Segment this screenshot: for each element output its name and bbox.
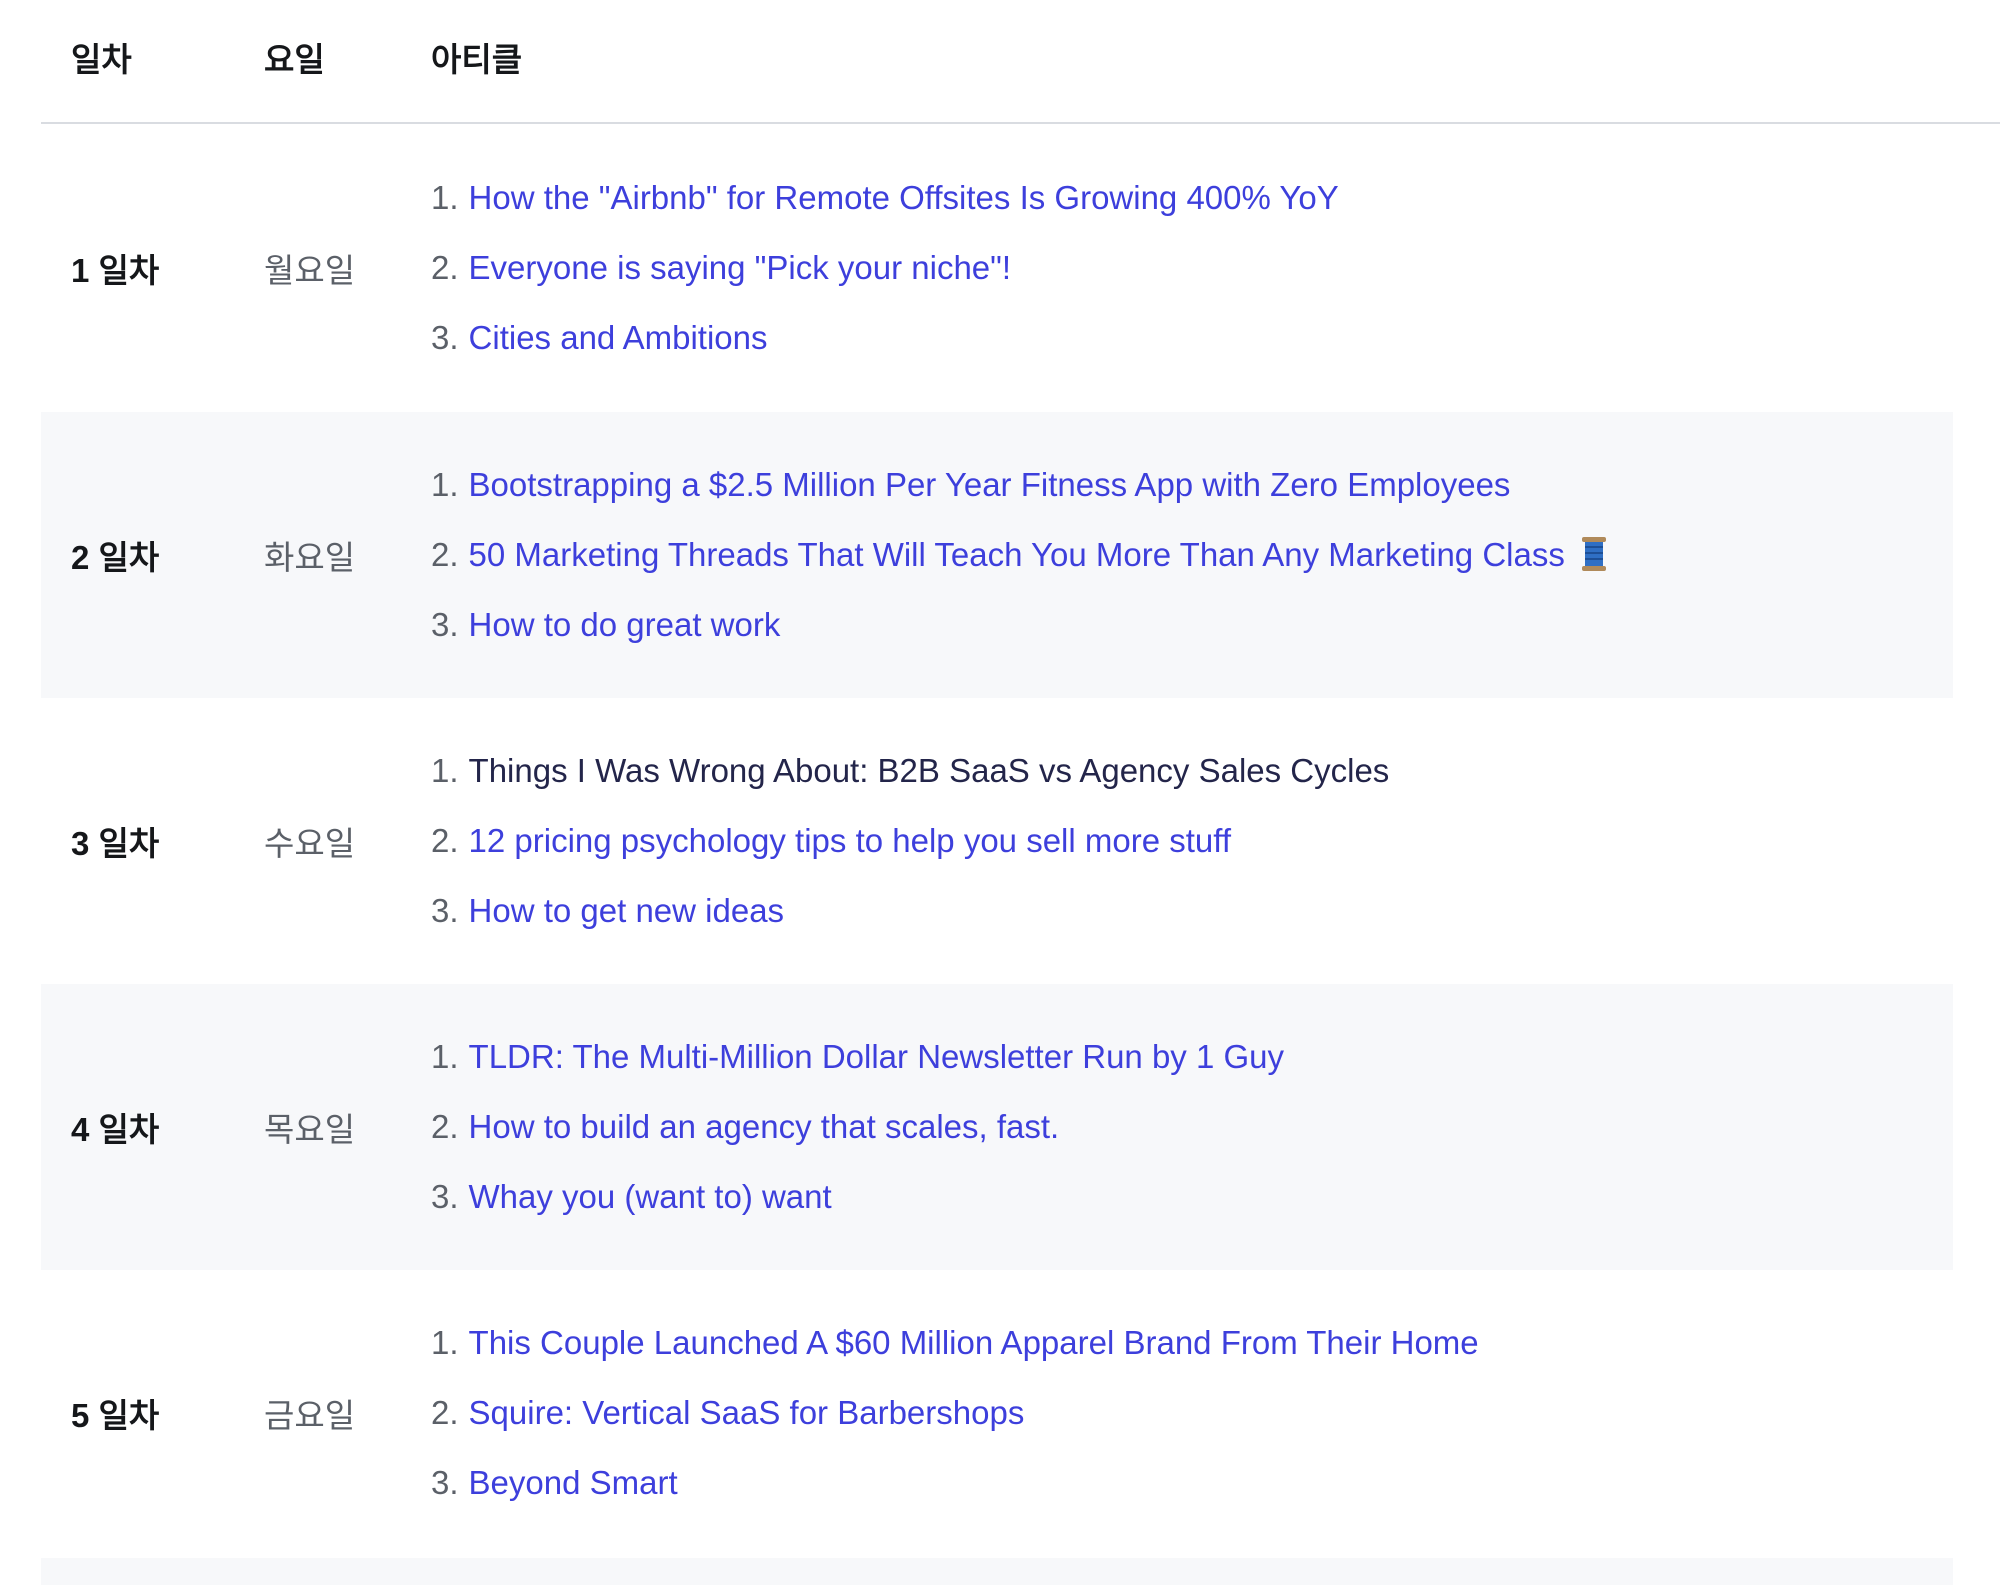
- article-link[interactable]: 50 Marketing Threads That Will Teach You…: [469, 536, 1565, 573]
- article-link[interactable]: Cities and Ambitions: [469, 319, 768, 356]
- article-link[interactable]: 12 pricing psychology tips to help you s…: [469, 822, 1231, 859]
- header-articles: 아티클: [431, 41, 523, 78]
- table-body: 1 일차 월요일 1. How the "Airbnb" for Remote O…: [41, 124, 1953, 1556]
- reading-schedule-table: 일차 요일 아티클 1 일차 월요일 1. How the "Airbnb" fo…: [41, 0, 2000, 1556]
- article-link[interactable]: How to get new ideas: [469, 892, 785, 929]
- header-day: 일차: [71, 41, 132, 78]
- article-number: 2.: [431, 536, 459, 573]
- article-item: 2. 50 Marketing Threads That Will Teach Y…: [431, 520, 1607, 590]
- article-number: 1.: [431, 1038, 459, 1075]
- article-item: 1. How the "Airbnb" for Remote Offsites I…: [431, 163, 1339, 233]
- day-cell: 4 일차: [71, 1111, 160, 1148]
- article-item: 1. This Couple Launched A $60 Million App…: [431, 1308, 1479, 1378]
- article-item: 1. Bootstrapping a $2.5 Million Per Year …: [431, 450, 1607, 520]
- article-number: 2.: [431, 249, 459, 286]
- day-cell: 5 일차: [71, 1397, 160, 1434]
- thread-spool-icon: [1581, 526, 1607, 571]
- article-link[interactable]: How the "Airbnb" for Remote Offsites Is …: [469, 179, 1339, 216]
- article-item: 3. Whay you (want to) want: [431, 1162, 1284, 1232]
- table-row: 3 일차 수요일 1. Things I Was Wrong About: B2B…: [41, 698, 1953, 984]
- day-cell: 1 일차: [71, 252, 160, 289]
- article-link[interactable]: Everyone is saying "Pick your niche"!: [469, 249, 1012, 286]
- article-item: 2. Everyone is saying "Pick your niche"!: [431, 233, 1339, 303]
- table-row: 2 일차 화요일 1. Bootstrapping a $2.5 Million …: [41, 412, 1953, 698]
- day-cell: 3 일차: [71, 825, 160, 862]
- article-number: 1.: [431, 752, 459, 789]
- article-item: 1. TLDR: The Multi-Million Dollar Newslet…: [431, 1022, 1284, 1092]
- table-row-partial: [41, 1558, 1953, 1585]
- article-number: 2.: [431, 822, 459, 859]
- article-number: 3.: [431, 892, 459, 929]
- article-title: Things I Was Wrong About: B2B SaaS vs Ag…: [468, 752, 1390, 789]
- weekday-cell: 금요일: [264, 1397, 356, 1434]
- article-number: 3.: [431, 1464, 459, 1501]
- article-link[interactable]: Beyond Smart: [469, 1464, 678, 1501]
- page: 일차 요일 아티클 1 일차 월요일 1. How the "Airbnb" fo…: [0, 0, 2000, 1585]
- article-link[interactable]: This Couple Launched A $60 Million Appar…: [469, 1324, 1479, 1361]
- article-number: 2.: [431, 1394, 459, 1431]
- article-list: 1. How the "Airbnb" for Remote Offsites I…: [431, 163, 1339, 373]
- article-number: 1.: [431, 466, 459, 503]
- weekday-cell: 월요일: [264, 252, 356, 289]
- day-cell: 2 일차: [71, 539, 160, 576]
- article-number: 1.: [431, 1324, 459, 1361]
- article-item: 3. Cities and Ambitions: [431, 303, 1339, 373]
- weekday-cell: 목요일: [264, 1111, 356, 1148]
- article-item: 2. 12 pricing psychology tips to help you…: [431, 806, 1389, 876]
- weekday-cell: 화요일: [264, 539, 356, 576]
- article-number: 3.: [431, 319, 459, 356]
- article-number: 3.: [431, 606, 459, 643]
- article-number: 2.: [431, 1108, 459, 1145]
- article-item: 2. How to build an agency that scales, fa…: [431, 1092, 1284, 1162]
- table-header: 일차 요일 아티클: [41, 0, 2000, 124]
- header-weekday: 요일: [264, 41, 325, 78]
- article-link[interactable]: How to do great work: [469, 606, 781, 643]
- article-link[interactable]: Squire: Vertical SaaS for Barbershops: [469, 1394, 1025, 1431]
- article-item: 1. Things I Was Wrong About: B2B SaaS vs …: [431, 736, 1389, 806]
- article-link[interactable]: Whay you (want to) want: [469, 1178, 832, 1215]
- article-list: 1. Bootstrapping a $2.5 Million Per Year …: [431, 450, 1607, 660]
- article-list: 1. This Couple Launched A $60 Million App…: [431, 1308, 1479, 1518]
- table-row: 4 일차 목요일 1. TLDR: The Multi-Million Dolla…: [41, 984, 1953, 1270]
- weekday-cell: 수요일: [264, 825, 356, 862]
- article-item: 3. Beyond Smart: [431, 1448, 1479, 1518]
- article-link[interactable]: Bootstrapping a $2.5 Million Per Year Fi…: [469, 466, 1511, 503]
- table-row: 1 일차 월요일 1. How the "Airbnb" for Remote O…: [41, 124, 1953, 412]
- article-link[interactable]: How to build an agency that scales, fast…: [469, 1108, 1060, 1145]
- table-row: 5 일차 금요일 1. This Couple Launched A $60 Mi…: [41, 1270, 1953, 1556]
- article-item: 3. How to get new ideas: [431, 876, 1389, 946]
- article-item: 3. How to do great work: [431, 590, 1607, 660]
- article-number: 1.: [431, 179, 459, 216]
- article-link[interactable]: TLDR: The Multi-Million Dollar Newslette…: [469, 1038, 1284, 1075]
- article-item: 2. Squire: Vertical SaaS for Barbershops: [431, 1378, 1479, 1448]
- article-number: 3.: [431, 1178, 459, 1215]
- article-list: 1. TLDR: The Multi-Million Dollar Newslet…: [431, 1022, 1284, 1232]
- article-list: 1. Things I Was Wrong About: B2B SaaS vs …: [431, 736, 1389, 946]
